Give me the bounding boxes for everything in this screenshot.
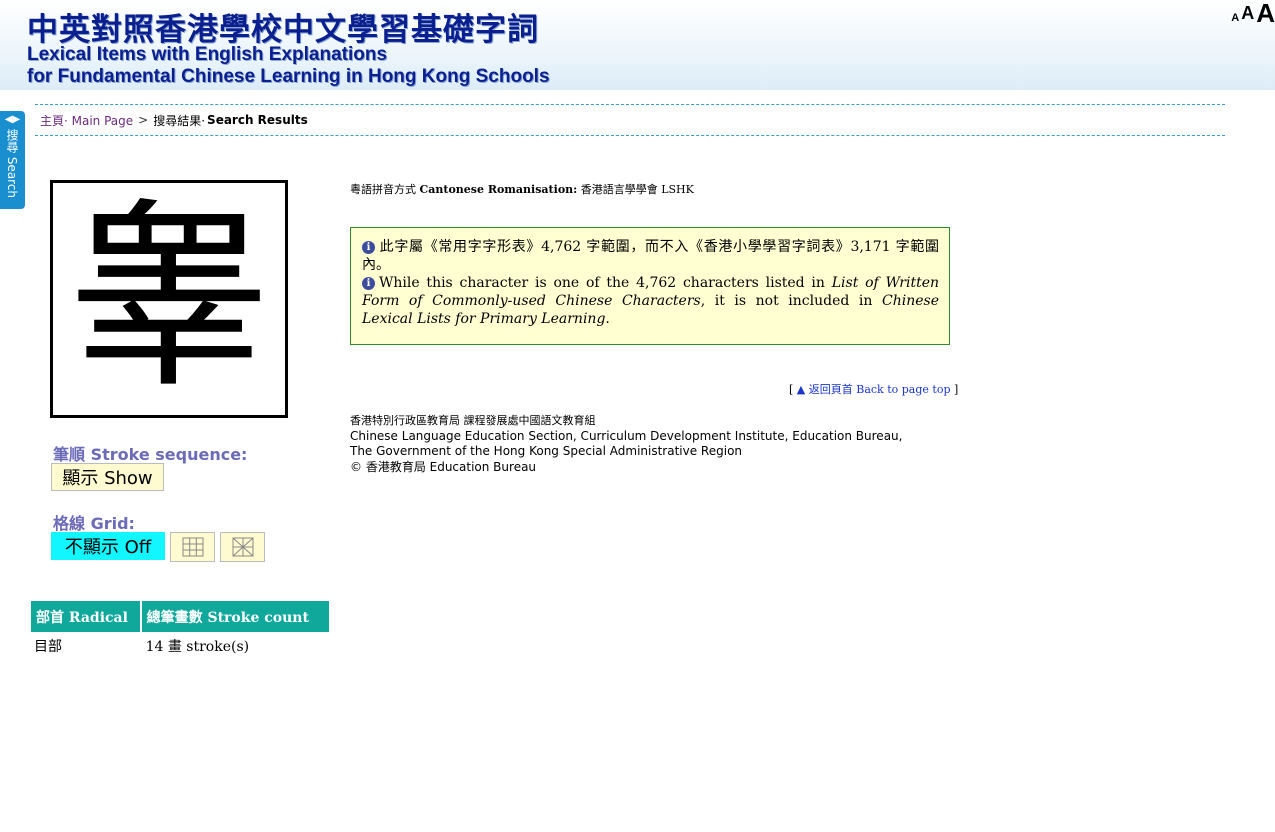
back-to-top-open-bracket: [ bbox=[789, 383, 794, 396]
font-size-small-button[interactable]: A bbox=[1231, 12, 1239, 24]
character-display-box: 睾 bbox=[50, 180, 288, 418]
breadcrumb-home-link[interactable]: 主頁· Main Page bbox=[40, 112, 133, 129]
breadcrumb-current-en: Search Results bbox=[207, 113, 308, 127]
back-to-top: [ ▲ 返回頁首 Back to page top ] bbox=[789, 381, 958, 397]
radical-cell: 目部 bbox=[34, 639, 62, 655]
radical-column-header: 部首 Radical bbox=[31, 601, 142, 632]
breadcrumb-separator: > bbox=[138, 113, 149, 127]
footer-line2: Chinese Language Education Section, Curr… bbox=[350, 428, 903, 443]
notice-en-part3: . bbox=[605, 311, 610, 327]
character-glyph: 睾 bbox=[68, 182, 269, 415]
table-row: 目部 14 畫 stroke(s) bbox=[31, 632, 329, 660]
notice-en-part2: , it is not included in bbox=[700, 293, 873, 309]
square-grid-icon bbox=[182, 537, 203, 557]
font-size-large-button[interactable]: A bbox=[1256, 0, 1275, 26]
stroke-sequence-show-button[interactable]: 顯示 Show bbox=[51, 463, 164, 491]
back-to-top-link[interactable]: ▲ 返回頁首 Back to page top bbox=[797, 383, 951, 396]
info-icon: i bbox=[362, 277, 375, 290]
breadcrumb: 主頁· Main Page > 搜尋結果· Search Results bbox=[35, 104, 1225, 136]
diagonal-grid-icon bbox=[232, 537, 253, 557]
grid-label: 格線 Grid: bbox=[53, 514, 135, 533]
font-size-controls: A A A bbox=[1231, 0, 1275, 26]
notice-zh: i 此字屬《常用字字形表》4,762 字範圍，而不入《香港小學學習字詞表》3,17… bbox=[362, 238, 939, 274]
page-footer: 香港特別行政區教育局 課程發展處中國語文教育組 Chinese Language… bbox=[350, 413, 902, 475]
site-title-english-line1[interactable]: Lexical Items with English Explanations bbox=[27, 44, 387, 66]
site-header: 中英對照香港學校中文學習基礎字詞 Lexical Items with Engl… bbox=[0, 0, 1275, 90]
romanisation-info: 粵語拼音方式 Cantonese Romanisation: 香港語言學學會 L… bbox=[350, 181, 694, 197]
romanisation-label: Cantonese Romanisation: bbox=[419, 183, 578, 196]
stroke-sequence-label: 筆順 Stroke sequence: bbox=[53, 445, 248, 464]
stroke-count-column-header: 總筆畫數 Stroke count bbox=[140, 601, 329, 632]
font-size-medium-button[interactable]: A bbox=[1241, 3, 1254, 24]
notice-en: i While this character is one of the 4,76… bbox=[362, 274, 939, 328]
notice-en-part1: While this character is one of the 4,762… bbox=[379, 275, 825, 291]
footer-copyright: © 香港教育局 Education Bureau bbox=[350, 459, 537, 474]
footer-line3: The Government of the Hong Kong Special … bbox=[350, 444, 743, 458]
site-title-english-line2[interactable]: for Fundamental Chinese Learning in Hong… bbox=[27, 66, 550, 88]
back-to-top-close-bracket: ] bbox=[954, 383, 959, 396]
info-icon: i bbox=[362, 241, 375, 254]
breadcrumb-current-zh: 搜尋結果· bbox=[153, 113, 206, 128]
stroke-count-cell: 14 畫 stroke(s) bbox=[145, 639, 250, 655]
square-grid-button[interactable] bbox=[170, 532, 215, 562]
radical-stroke-table: 部首 Radical 總筆畫數 Stroke count 目部 14 畫 str… bbox=[31, 601, 329, 660]
side-search-tab[interactable]: ◀▶ 搜尋 Search bbox=[0, 111, 25, 209]
left-right-arrows-icon: ◀▶ bbox=[4, 114, 21, 125]
site-title-chinese[interactable]: 中英對照香港學校中文學習基礎字詞 bbox=[27, 4, 539, 49]
footer-line1: 香港特別行政區教育局 課程發展處中國語文教育組 bbox=[350, 414, 596, 427]
character-notice-box: i 此字屬《常用字字形表》4,762 字範圍，而不入《香港小學學習字詞表》3,17… bbox=[350, 227, 950, 345]
side-search-tab-label: 搜尋 Search bbox=[5, 129, 19, 199]
notice-zh-text: 此字屬《常用字字形表》4,762 字範圍，而不入《香港小學學習字詞表》3,171… bbox=[362, 239, 939, 273]
romanisation-prefix: 粵語拼音方式 bbox=[350, 183, 416, 196]
grid-off-button[interactable]: 不顯示 Off bbox=[51, 532, 165, 560]
romanisation-value: 香港語言學學會 LSHK bbox=[580, 183, 694, 196]
diagonal-grid-button[interactable] bbox=[220, 532, 265, 562]
